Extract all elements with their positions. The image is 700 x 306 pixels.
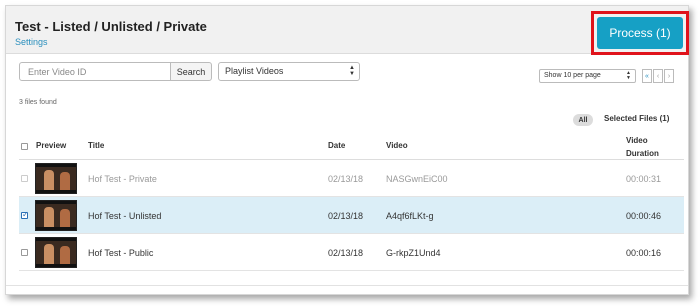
files-found-count: 3 files found	[19, 99, 57, 106]
table-row[interactable]: ✓ Hof Test - Unlisted 02/13/18 A4qf6fLKt…	[19, 197, 684, 234]
row-duration: 00:00:46	[626, 211, 662, 221]
filter-all-button[interactable]: All	[573, 114, 593, 126]
row-video-id: G-rkpZ1Und4	[386, 248, 441, 258]
per-page-select[interactable]: Show 10 per page ▲ ▼	[539, 69, 636, 83]
column-header-date: Date	[328, 141, 346, 150]
table-header: Preview Title Date Video Video Duration	[19, 132, 684, 160]
column-header-video: Video	[386, 141, 408, 150]
row-duration: 00:00:31	[626, 174, 662, 184]
process-button-highlight: Process (1)	[591, 11, 689, 55]
per-page-select-value: Show 10 per page	[544, 72, 601, 79]
search-button[interactable]: Search	[170, 62, 212, 81]
column-header-duration-line1: Video	[626, 136, 648, 145]
page-title: Test - Listed / Unlisted / Private	[15, 19, 207, 34]
row-checkbox[interactable]	[21, 249, 28, 256]
video-thumbnail	[35, 237, 77, 268]
table-row[interactable]: Hof Test - Public 02/13/18 G-rkpZ1Und4 0…	[19, 234, 684, 271]
process-button[interactable]: Process (1)	[597, 17, 683, 49]
row-date: 02/13/18	[328, 248, 364, 258]
table-row[interactable]: Hof Test - Private 02/13/18 NASGwnEiC00 …	[19, 160, 684, 197]
row-title: Hof Test - Private	[88, 174, 157, 184]
prev-page-button[interactable]: ‹	[653, 69, 663, 83]
row-checkbox[interactable]	[21, 175, 28, 182]
filter-selected-files-button[interactable]: Selected Files (1)	[604, 114, 669, 123]
pager: « ‹ ›	[642, 69, 675, 83]
video-panel: Search Playlist Videos ▲▼ Show 10 per pa…	[9, 56, 686, 284]
column-header-duration: Video Duration	[626, 134, 659, 160]
column-header-preview: Preview	[36, 141, 67, 150]
main-window: Test - Listed / Unlisted / Private Setti…	[5, 5, 689, 295]
select-all-checkbox[interactable]	[21, 143, 28, 150]
check-icon: ✓	[22, 210, 29, 219]
first-page-button[interactable]: «	[642, 69, 652, 83]
select-arrows-icon: ▲ ▼	[626, 70, 631, 81]
row-checkbox[interactable]: ✓	[21, 210, 29, 219]
next-page-button[interactable]: ›	[664, 69, 674, 83]
video-thumbnail	[35, 200, 77, 231]
playlist-select-value: Playlist Videos	[225, 66, 284, 76]
row-duration: 00:00:16	[626, 248, 662, 258]
settings-link[interactable]: Settings	[15, 37, 48, 47]
row-date: 02/13/18	[328, 174, 364, 184]
video-thumbnail	[35, 163, 77, 194]
row-title: Hof Test - Public	[88, 248, 154, 258]
playlist-select[interactable]: Playlist Videos ▲ ▼	[218, 62, 360, 81]
search-box: Search	[19, 62, 212, 81]
video-table: Preview Title Date Video Video Duration …	[19, 132, 684, 271]
divider	[6, 285, 688, 286]
column-header-title: Title	[88, 141, 105, 150]
row-video-id: A4qf6fLKt-g	[386, 211, 434, 221]
video-id-input[interactable]	[20, 63, 170, 80]
column-header-duration-line2: Duration	[626, 149, 659, 158]
row-title: Hof Test - Unlisted	[88, 211, 162, 221]
page-header: Test - Listed / Unlisted / Private Setti…	[6, 6, 689, 55]
row-date: 02/13/18	[328, 211, 364, 221]
row-video-id: NASGwnEiC00	[386, 174, 448, 184]
select-arrows-icon: ▲ ▼	[349, 65, 355, 77]
